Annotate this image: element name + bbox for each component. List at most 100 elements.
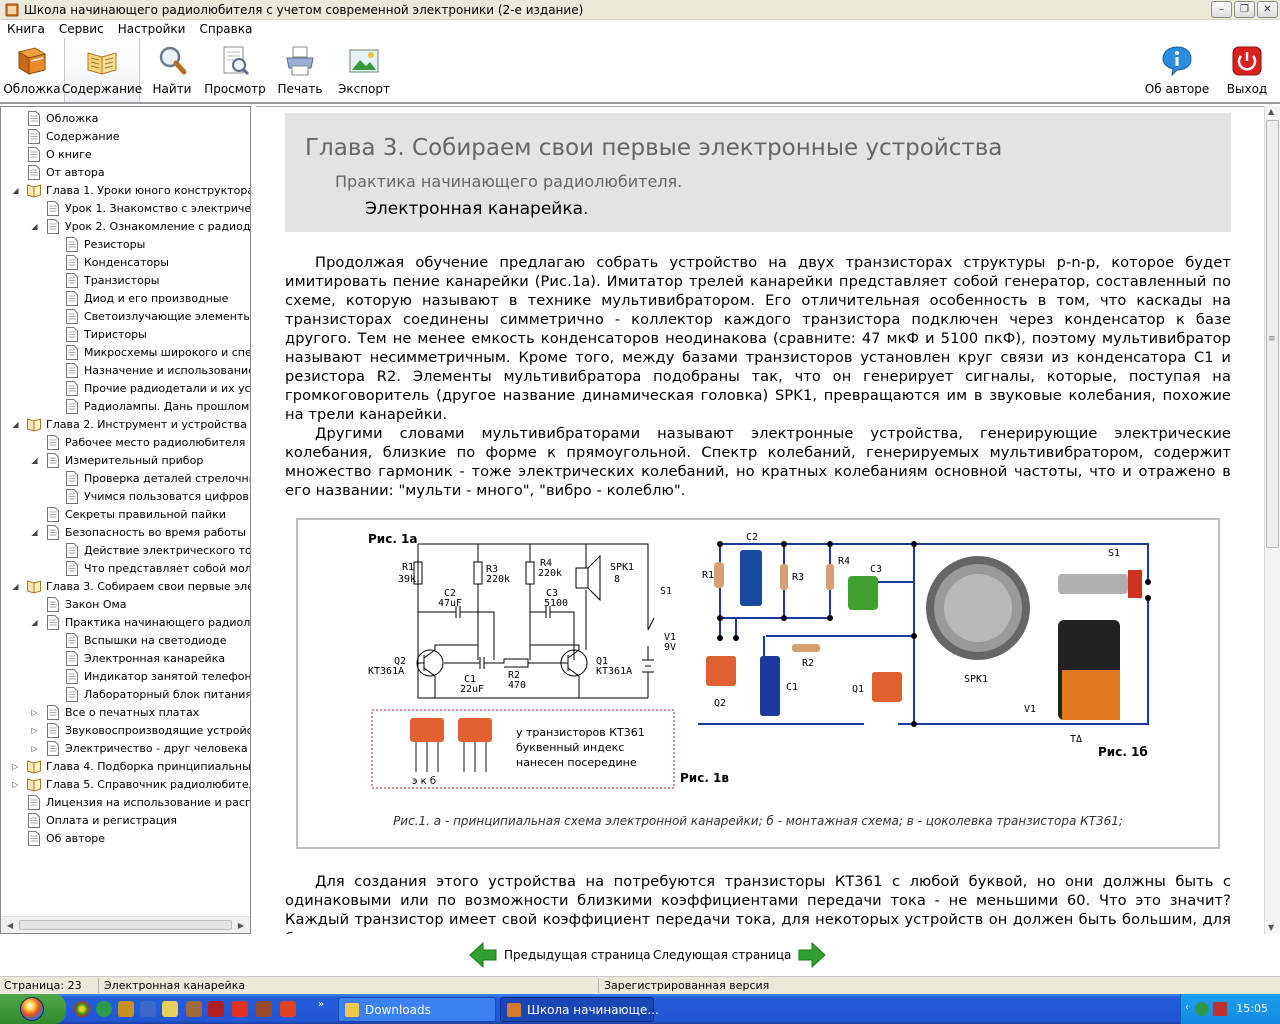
collapse-icon[interactable]: ◢ (11, 420, 20, 429)
tree-item[interactable]: Светоизлучающие элементы (1, 307, 250, 325)
tree-item[interactable]: Оплата и регистрация (1, 811, 250, 829)
tree-horizontal-scrollbar[interactable]: ◀ ▶ (1, 916, 250, 933)
tree-item[interactable]: О книге (1, 145, 250, 163)
tree-item[interactable]: Обложка (1, 109, 250, 127)
tray-language-icon[interactable] (1213, 1002, 1227, 1016)
collapse-icon[interactable]: ◢ (30, 528, 39, 537)
prev-page-button[interactable]: Предыдущая страница (468, 941, 651, 969)
tree-item[interactable]: Тиристоры (1, 325, 250, 343)
collapse-icon[interactable]: ◢ (30, 222, 39, 231)
tree-item[interactable]: Индикатор занятой телефонн (1, 667, 250, 685)
tree-item[interactable]: Что представляет собой молн (1, 559, 250, 577)
tree-item[interactable]: ◢ Измерительный прибор (1, 451, 250, 469)
tree-item[interactable]: Назначение и использование (1, 361, 250, 379)
tree-item[interactable]: Микросхемы широкого и спе (1, 343, 250, 361)
start-button[interactable] (0, 994, 66, 1024)
tree-item[interactable]: ◢ Безопасность во время работы (1, 523, 250, 541)
flash-icon[interactable] (232, 1001, 248, 1017)
scroll-up-icon[interactable]: ▲ (1268, 107, 1274, 116)
expand-icon[interactable]: ▷ (30, 726, 39, 735)
tree-item[interactable]: Лабораторный блок питания (1, 685, 250, 703)
scroll-right-icon[interactable]: ▶ (238, 921, 244, 930)
export-button[interactable]: Экспорт (336, 38, 392, 102)
archive-icon[interactable] (186, 1001, 202, 1017)
figure-1: Рис. 1а R1 39k R3 220k R4 220k C2 47uF C… (296, 518, 1220, 849)
tree-item[interactable]: ▷ Глава 4. Подборка принципиальных (1, 757, 250, 775)
tree-item[interactable]: Об авторе (1, 829, 250, 847)
preview-label: Просмотр (204, 82, 266, 96)
page-icon (66, 542, 78, 558)
chrome-icon[interactable] (74, 1001, 90, 1017)
tree-item[interactable]: Прочие радиодетали и их усло (1, 379, 250, 397)
tree-item[interactable]: От автора (1, 163, 250, 181)
task-downloads[interactable]: Downloads (338, 997, 496, 1022)
menu-service[interactable]: Сервис (52, 22, 111, 36)
tree-item[interactable]: Резисторы (1, 235, 250, 253)
tree-item[interactable]: Диод и его производные (1, 289, 250, 307)
preview-button[interactable]: Просмотр (204, 38, 266, 102)
scroll-left-icon[interactable]: ◀ (7, 921, 13, 930)
tree-item[interactable]: Транзисторы (1, 271, 250, 289)
quick-launch-more-icon[interactable]: » (318, 999, 324, 1010)
about-author-button[interactable]: Об авторе (1145, 38, 1209, 102)
menu-settings[interactable]: Настройки (111, 22, 193, 36)
close-icon[interactable]: ✕ (1257, 1, 1278, 18)
tree-item[interactable]: Урок 1. Знакомство с электричест (1, 199, 250, 217)
tree-item[interactable]: ◢ Глава 3. Собираем свои первые элек (1, 577, 250, 595)
find-button[interactable]: Найти (146, 38, 198, 102)
tree-item[interactable]: Проверка деталей стрелочны (1, 469, 250, 487)
tray-expand-icon[interactable]: ‹ (1185, 1002, 1189, 1013)
restore-icon[interactable]: ❐ (1234, 1, 1255, 18)
tree-item[interactable]: Рабочее место радиолюбителя (1, 433, 250, 451)
app-icon[interactable] (256, 1001, 272, 1017)
tree-item[interactable]: Закон Ома (1, 595, 250, 613)
menu-book[interactable]: Книга (0, 22, 52, 36)
tree-item[interactable]: ▷ Глава 5. Справочник радиолюбителя (1, 775, 250, 793)
content-vertical-scrollbar[interactable]: ▲ ≡ ▼ (1264, 106, 1280, 934)
menu-help[interactable]: Справка (192, 22, 259, 36)
tree-item[interactable]: Конденсаторы (1, 253, 250, 271)
tree-item[interactable]: ◢ Глава 1. Уроки юного конструктора (1, 181, 250, 199)
task-book-app[interactable]: Школа начинающе... (500, 997, 659, 1022)
notepad-icon[interactable] (162, 1001, 178, 1017)
tree-item[interactable]: ◢ Урок 2. Ознакомление с радиодет (1, 217, 250, 235)
collapse-icon[interactable]: ◢ (11, 582, 20, 591)
tree-item[interactable]: Лицензия на использование и распр (1, 793, 250, 811)
game-icon[interactable] (280, 1001, 296, 1017)
tree-item[interactable]: Секреты правильной пайки (1, 505, 250, 523)
expand-icon[interactable]: ▷ (11, 762, 20, 771)
next-page-button[interactable]: Следующая страница (653, 941, 827, 969)
tree-item[interactable]: ▷ Электричество - друг человека (1, 739, 250, 757)
minimize-icon[interactable]: – (1211, 1, 1232, 18)
tree-item[interactable]: Электронная канарейка (1, 649, 250, 667)
tree-item[interactable]: ◢ Практика начинающего радиолю (1, 613, 250, 631)
tree-item[interactable]: ◢ Глава 2. Инструмент и устройства (1, 415, 250, 433)
tree-item[interactable]: ▷ Звуковоспроизводящие устройст (1, 721, 250, 739)
scroll-down-icon[interactable]: ▼ (1268, 923, 1274, 932)
expand-icon[interactable]: ▷ (11, 780, 20, 789)
tree-item[interactable]: Вспышки на светодиоде (1, 631, 250, 649)
tree-item[interactable]: Радиолампы. Дань прошлому (1, 397, 250, 415)
contents-button[interactable]: Содержание (62, 38, 142, 102)
utorrent-icon[interactable] (96, 1001, 112, 1017)
collapse-icon[interactable]: ◢ (30, 618, 39, 627)
tree-item[interactable]: Учимся пользоватся цифровы (1, 487, 250, 505)
tree-item[interactable]: ▷ Все о печатных платах (1, 703, 250, 721)
cover-button[interactable]: Обложка (2, 38, 62, 102)
expand-icon[interactable]: ▷ (30, 744, 39, 753)
expand-icon[interactable]: ▷ (30, 708, 39, 717)
tray-utorrent-icon[interactable] (1195, 1002, 1209, 1016)
tree-item-label: Учимся пользоватся цифровы (84, 489, 250, 503)
print-button[interactable]: Печать (274, 38, 326, 102)
tools-icon[interactable] (118, 1001, 134, 1017)
scrollbar-thumb[interactable] (19, 920, 232, 930)
export-label: Экспорт (337, 82, 391, 96)
tree-item[interactable]: Действие электрического тока (1, 541, 250, 559)
fig-label-v: Рис. 1в (680, 771, 729, 785)
pen-icon[interactable] (208, 1001, 224, 1017)
network-icon[interactable] (140, 1001, 156, 1017)
collapse-icon[interactable]: ◢ (30, 456, 39, 465)
collapse-icon[interactable]: ◢ (11, 186, 20, 195)
tree-item[interactable]: Содержание (1, 127, 250, 145)
exit-button[interactable]: Выход (1224, 38, 1270, 102)
